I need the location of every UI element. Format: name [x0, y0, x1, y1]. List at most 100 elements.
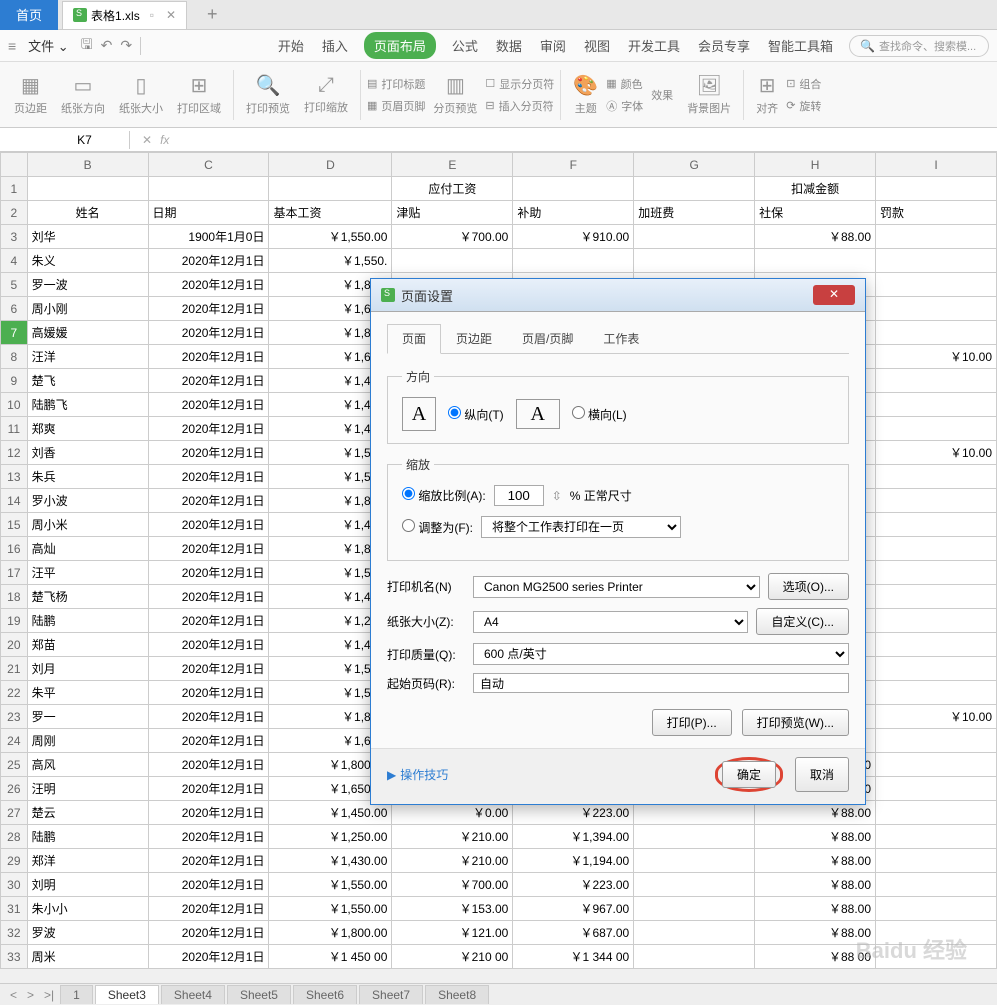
cell[interactable] — [876, 633, 997, 657]
margins-button[interactable]: ▦页边距 — [8, 71, 53, 118]
startpage-input[interactable] — [473, 673, 849, 693]
cell[interactable]: ￥88.00 — [755, 225, 876, 249]
cell[interactable] — [876, 897, 997, 921]
cell[interactable]: 基本工资 — [269, 201, 392, 225]
row-header[interactable]: 25 — [1, 753, 28, 777]
cell[interactable]: ￥121.00 — [392, 921, 513, 945]
cell[interactable]: 罗一 — [27, 705, 148, 729]
row-header[interactable]: 20 — [1, 633, 28, 657]
cell[interactable]: 高风 — [27, 753, 148, 777]
cell[interactable]: 郑洋 — [27, 849, 148, 873]
cell[interactable]: ￥10.00 — [876, 345, 997, 369]
tab-home[interactable]: 首页 — [0, 0, 58, 30]
row-header[interactable]: 21 — [1, 657, 28, 681]
cell[interactable]: 2020年12月1日 — [148, 513, 269, 537]
row-header[interactable]: 15 — [1, 513, 28, 537]
cell[interactable]: 罗波 — [27, 921, 148, 945]
fx-icon[interactable]: fx — [160, 133, 169, 147]
cell[interactable] — [634, 177, 755, 201]
effect-button[interactable]: 效果 — [645, 85, 679, 105]
menu-4[interactable]: 数据 — [494, 32, 524, 59]
cell[interactable]: 2020年12月1日 — [148, 609, 269, 633]
row-header[interactable]: 29 — [1, 849, 28, 873]
sheet-tab[interactable]: Sheet6 — [293, 985, 357, 1004]
cell[interactable]: ￥88 00 — [755, 945, 876, 969]
cell[interactable]: 2020年12月1日 — [148, 297, 269, 321]
cell[interactable]: 2020年12月1日 — [148, 441, 269, 465]
cell[interactable]: ￥700.00 — [392, 873, 513, 897]
cell[interactable]: 朱兵 — [27, 465, 148, 489]
size-button[interactable]: ▯纸张大小 — [113, 71, 169, 118]
cell[interactable] — [634, 249, 755, 273]
printer-select[interactable]: Canon MG2500 series Printer — [473, 576, 760, 598]
fit-to-select[interactable]: 将整个工作表打印在一页 — [481, 516, 681, 538]
dialog-tab[interactable]: 工作表 — [588, 324, 654, 353]
cell[interactable]: 津贴 — [392, 201, 513, 225]
row-header[interactable]: 16 — [1, 537, 28, 561]
cell[interactable]: 2020年12月1日 — [148, 537, 269, 561]
cell[interactable] — [876, 657, 997, 681]
cell[interactable]: 2020年12月1日 — [148, 417, 269, 441]
sheet-prev-icon[interactable]: < — [6, 988, 21, 1002]
row-header[interactable]: 13 — [1, 465, 28, 489]
color-button[interactable]: ▦颜色 — [606, 76, 643, 92]
cell[interactable]: 周米 — [27, 945, 148, 969]
menu-0[interactable]: 开始 — [276, 32, 306, 59]
ok-button[interactable]: 确定 — [722, 761, 776, 788]
cell[interactable]: 加班费 — [634, 201, 755, 225]
orientation-button[interactable]: ▭纸张方向 — [55, 71, 111, 118]
col-header[interactable]: E — [392, 153, 513, 177]
cell[interactable]: ￥910.00 — [513, 225, 634, 249]
cell[interactable]: ￥1,550.00 — [269, 897, 392, 921]
cell[interactable] — [876, 249, 997, 273]
row-header[interactable]: 22 — [1, 681, 28, 705]
cell[interactable]: ￥223.00 — [513, 873, 634, 897]
cell[interactable]: 朱小小 — [27, 897, 148, 921]
row-header[interactable]: 2 — [1, 201, 28, 225]
cell[interactable] — [634, 921, 755, 945]
cell[interactable]: ￥88.00 — [755, 849, 876, 873]
dialog-tab[interactable]: 页眉/页脚 — [507, 324, 588, 353]
close-icon[interactable]: ✕ — [166, 8, 176, 22]
row-header[interactable]: 12 — [1, 441, 28, 465]
cell[interactable]: 陆鹏 — [27, 825, 148, 849]
cell[interactable]: 刘月 — [27, 657, 148, 681]
row-header[interactable]: 17 — [1, 561, 28, 585]
cell[interactable]: 罚款 — [876, 201, 997, 225]
cell[interactable]: 2020年12月1日 — [148, 657, 269, 681]
cell[interactable]: 罗小波 — [27, 489, 148, 513]
show-pagebreak-check[interactable]: ☐显示分页符 — [485, 76, 554, 92]
cell[interactable]: 刘明 — [27, 873, 148, 897]
sheet-tab[interactable]: Sheet8 — [425, 985, 489, 1004]
dialog-titlebar[interactable]: 页面设置 ✕ — [371, 279, 865, 312]
cell[interactable]: 朱义 — [27, 249, 148, 273]
align-button[interactable]: ⊞对齐 — [750, 71, 784, 118]
print-preview-button[interactable]: 🔍打印预览 — [240, 71, 296, 118]
sheet-tab[interactable]: Sheet4 — [161, 985, 225, 1004]
col-header[interactable]: F — [513, 153, 634, 177]
cell[interactable]: 刘香 — [27, 441, 148, 465]
cell[interactable]: 汪洋 — [27, 345, 148, 369]
cell[interactable]: ￥210 00 — [392, 945, 513, 969]
row-header[interactable]: 24 — [1, 729, 28, 753]
menu-6[interactable]: 视图 — [582, 32, 612, 59]
scale-value-input[interactable] — [494, 485, 544, 506]
cell[interactable] — [876, 273, 997, 297]
cell[interactable] — [876, 369, 997, 393]
col-header[interactable]: C — [148, 153, 269, 177]
cell[interactable] — [876, 177, 997, 201]
cell[interactable]: ￥88.00 — [755, 825, 876, 849]
quality-select[interactable]: 600 点/英寸 — [473, 643, 849, 665]
cell[interactable]: 2020年12月1日 — [148, 393, 269, 417]
sheet-last-icon[interactable]: >| — [40, 988, 58, 1002]
row-header[interactable]: 27 — [1, 801, 28, 825]
cell[interactable]: 2020年12月1日 — [148, 945, 269, 969]
cell[interactable] — [876, 777, 997, 801]
cell[interactable]: 陆鹏 — [27, 609, 148, 633]
cell[interactable]: 姓名 — [27, 201, 148, 225]
cell[interactable] — [513, 249, 634, 273]
row-header[interactable]: 7 — [1, 321, 28, 345]
cancel-button[interactable]: 取消 — [795, 757, 849, 792]
cell[interactable] — [876, 561, 997, 585]
cell[interactable] — [876, 729, 997, 753]
